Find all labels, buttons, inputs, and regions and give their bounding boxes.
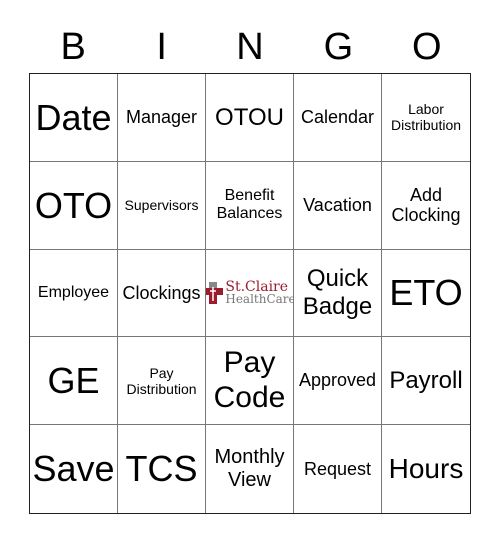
bingo-cell[interactable]: Payroll xyxy=(382,337,470,426)
free-space-cell[interactable]: St.Claire HealthCare xyxy=(206,249,294,338)
bingo-cell[interactable]: GE xyxy=(30,337,118,426)
st-claire-logo: St.Claire HealthCare xyxy=(206,280,294,306)
bingo-cell[interactable]: Hours xyxy=(382,425,470,513)
bingo-cell[interactable]: Save xyxy=(30,425,118,513)
logo-text-line2: HealthCare xyxy=(225,291,294,306)
bingo-cell[interactable]: Calendar xyxy=(294,74,382,162)
header-letter: B xyxy=(60,26,86,68)
bingo-cell[interactable]: ETO xyxy=(382,250,470,338)
bingo-cell[interactable]: Add Clocking xyxy=(382,162,470,250)
bingo-cell[interactable]: TCS xyxy=(118,425,206,513)
bingo-cell[interactable]: Employee xyxy=(30,249,118,338)
cross-logo-icon xyxy=(206,281,224,304)
bingo-cell[interactable]: Request xyxy=(294,425,382,513)
header-letter: O xyxy=(412,26,442,68)
header-letter: N xyxy=(236,26,264,68)
bingo-cell[interactable]: Pay Code xyxy=(206,337,294,426)
bingo-cell[interactable]: Approved xyxy=(294,337,382,426)
bingo-cell[interactable]: Benefit Balances xyxy=(206,161,294,250)
bingo-cell[interactable]: Pay Distribution xyxy=(118,337,206,426)
bingo-cell[interactable]: Vacation xyxy=(294,161,382,250)
header-letter: G xyxy=(323,26,354,68)
bingo-grid: Date Manager OTOU Calendar Labor Distrib… xyxy=(29,73,471,514)
bingo-cell[interactable]: Manager xyxy=(118,74,206,162)
bingo-cell[interactable]: Monthly View xyxy=(206,425,294,513)
bingo-cell[interactable]: OTOU xyxy=(206,74,294,162)
bingo-cell[interactable]: Clockings xyxy=(118,249,206,338)
bingo-cell[interactable]: Supervisors xyxy=(118,161,206,250)
header-letter: I xyxy=(156,26,167,68)
bingo-cell[interactable]: Quick Badge xyxy=(294,249,382,338)
bingo-header: B I N G O xyxy=(29,22,471,72)
bingo-cell[interactable]: OTO xyxy=(30,161,118,250)
bingo-cell[interactable]: Date xyxy=(30,74,118,162)
bingo-cell[interactable]: Labor Distribution xyxy=(382,74,470,162)
